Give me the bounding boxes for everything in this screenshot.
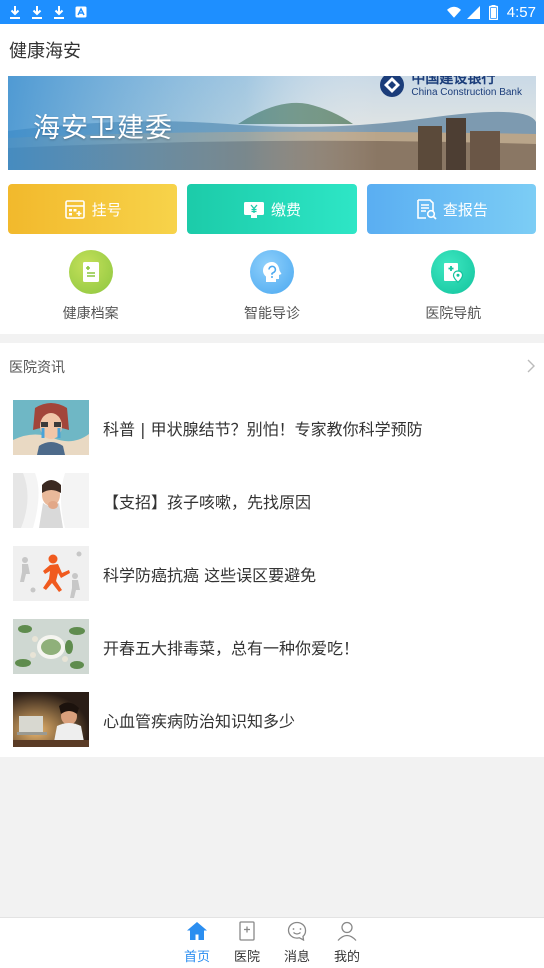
tab-messages-label: 消息 — [283, 950, 310, 965]
home-icon — [186, 921, 208, 945]
status-bar: 4:57 — [0, 0, 544, 24]
bottom-tab-bar: 首页 医院 消息 我的 — [0, 917, 544, 968]
page-title: 健康海安 — [9, 41, 81, 62]
report-button[interactable]: 查报告 — [366, 184, 536, 234]
battery-icon — [487, 4, 501, 20]
ccb-logo-icon — [380, 76, 405, 97]
app-icon — [74, 5, 88, 19]
news-item[interactable]: 科普 | 甲状腺结节？别怕！专家教你科学预防 — [0, 391, 544, 464]
wifi-icon — [446, 5, 461, 19]
news-section-title: 医院资讯 — [9, 360, 65, 376]
hospital-navigation-icon — [431, 250, 476, 294]
profile-icon — [336, 921, 358, 945]
quick-actions: 挂号 缴费 查报告 — [8, 184, 536, 234]
ccb-name-en: China Construction Bank — [411, 87, 522, 98]
signal-icon — [467, 5, 481, 19]
news-thumbnail — [13, 619, 89, 674]
download-icon — [52, 5, 66, 19]
news-thumbnail — [13, 692, 89, 747]
news-header[interactable]: 医院资讯 — [0, 343, 544, 391]
report-label: 查报告 — [442, 200, 488, 219]
news-thumbnail — [13, 546, 89, 601]
news-title: 科学防癌抗癌 这些误区要避免 — [103, 565, 317, 585]
tab-home-label: 首页 — [183, 950, 210, 965]
health-record-label: 健康档案 — [62, 306, 119, 322]
status-notifications — [8, 5, 88, 19]
news-title: 【支招】孩子咳嗽，先找原因 — [103, 492, 312, 512]
download-icon — [30, 5, 44, 19]
banner[interactable]: 海安卫建委 中国建设银行 China Construction Bank — [8, 76, 536, 170]
register-label: 挂号 — [91, 200, 122, 219]
smart-triage-icon — [249, 250, 294, 294]
service-row: 健康档案 智能导诊 医院导航 — [0, 250, 544, 326]
news-title: 开春五大排毒菜，总有一种你爱吃！ — [103, 638, 360, 658]
smart-triage-button[interactable]: 智能导诊 — [181, 250, 362, 326]
banner-title: 海安卫建委 — [33, 113, 173, 144]
tab-messages[interactable]: 消息 — [272, 918, 322, 968]
tab-profile-label: 我的 — [333, 950, 360, 965]
hospital-navigation-label: 医院导航 — [425, 306, 482, 322]
tab-hospital-label: 医院 — [233, 950, 260, 965]
app-header: 健康海安 — [0, 24, 544, 76]
news-item[interactable]: 开春五大排毒菜，总有一种你爱吃！ — [0, 610, 544, 683]
health-record-button[interactable]: 健康档案 — [0, 250, 181, 326]
news-thumbnail — [13, 400, 89, 455]
news-title: 心血管疾病防治知识知多少 — [103, 711, 296, 731]
ccb-name-cn: 中国建设银行 — [411, 76, 496, 87]
ccb-logo: 中国建设银行 China Construction Bank — [379, 76, 522, 98]
payment-button[interactable]: 缴费 — [187, 184, 357, 234]
payment-label: 缴费 — [270, 200, 301, 219]
smart-triage-label: 智能导诊 — [243, 306, 300, 322]
news-title: 科普 | 甲状腺结节？别怕！专家教你科学预防 — [103, 419, 423, 439]
tab-hospital[interactable]: 医院 — [222, 918, 272, 968]
tab-home[interactable]: 首页 — [172, 918, 222, 968]
download-icon — [8, 5, 22, 19]
news-item[interactable]: 心血管疾病防治知识知多少 — [0, 683, 544, 756]
news-list: 科普 | 甲状腺结节？别怕！专家教你科学预防 【支招】孩子咳嗽，先找原因 科学防… — [0, 391, 544, 756]
chevron-right-icon — [527, 358, 535, 377]
news-panel: 医院资讯 科普 | 甲状腺结节？别怕！专家教你科学预防 【支招】孩子咳嗽，先找原… — [0, 343, 544, 757]
hospital-navigation-button[interactable]: 医院导航 — [363, 250, 544, 326]
news-item[interactable]: 科学防癌抗癌 这些误区要避免 — [0, 537, 544, 610]
payment-icon — [243, 198, 265, 220]
report-icon — [415, 198, 437, 220]
health-record-icon — [68, 250, 113, 294]
register-button[interactable]: 挂号 — [8, 184, 178, 234]
hospital-icon — [236, 921, 258, 945]
clock: 4:57 — [506, 3, 536, 21]
register-icon — [64, 198, 86, 220]
news-thumbnail — [13, 473, 89, 528]
message-icon — [286, 921, 308, 945]
top-panel: 海安卫建委 中国建设银行 China Construction Bank 挂号 — [0, 76, 544, 334]
news-item[interactable]: 【支招】孩子咳嗽，先找原因 — [0, 464, 544, 537]
tab-profile[interactable]: 我的 — [322, 918, 372, 968]
